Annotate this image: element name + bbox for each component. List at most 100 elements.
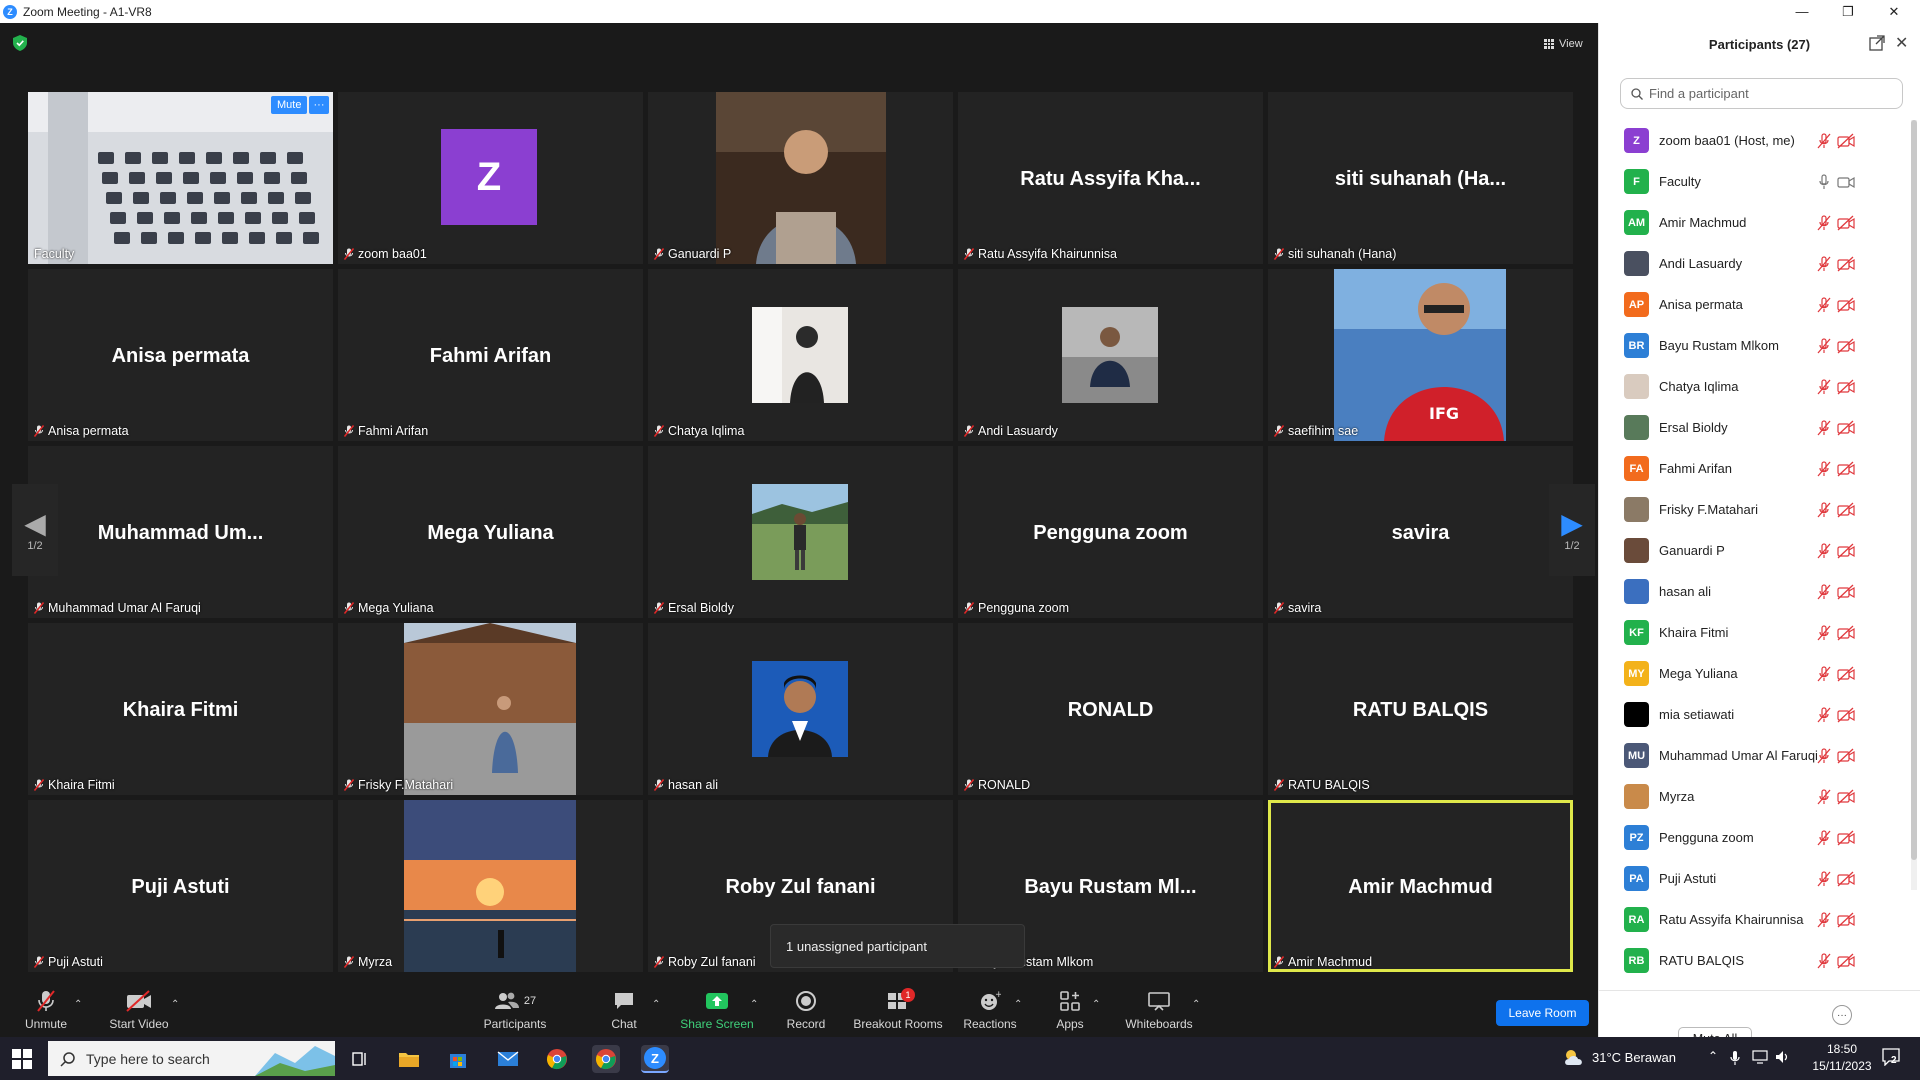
windows-start-icon[interactable] xyxy=(12,1049,32,1069)
camera-off-icon[interactable] xyxy=(1837,256,1855,272)
camera-off-icon[interactable] xyxy=(1837,543,1855,559)
video-tile[interactable]: Ratu Assyifa Kha... Ratu Assyifa Khairunn… xyxy=(958,92,1263,264)
chat-options-caret-icon[interactable]: ⌃ xyxy=(652,999,660,1010)
camera-off-icon[interactable] xyxy=(1837,707,1855,723)
participant-row[interactable]: PA Puji Astuti xyxy=(1599,858,1911,899)
scrollbar-thumb[interactable] xyxy=(1911,120,1917,860)
show-hidden-icons-caret[interactable]: ⌃ xyxy=(1708,1049,1718,1063)
next-page-button[interactable]: ▶ 1/2 xyxy=(1549,484,1595,576)
camera-off-icon[interactable] xyxy=(1837,420,1855,436)
video-tile[interactable]: Chatya Iqlima xyxy=(648,269,953,441)
participant-row[interactable]: RB RATU BALQIS xyxy=(1599,940,1911,981)
participant-row[interactable]: AP Anisa permata xyxy=(1599,284,1911,325)
zoom-taskbar-icon[interactable]: Z xyxy=(641,1045,669,1073)
video-tile[interactable]: Khaira Fitmi Khaira Fitmi xyxy=(28,623,333,795)
mail-icon[interactable] xyxy=(494,1045,522,1073)
participant-row[interactable]: AM Amir Machmud xyxy=(1599,202,1911,243)
camera-off-icon[interactable] xyxy=(1837,379,1855,395)
notification-center-button[interactable]: 2 xyxy=(1882,1048,1904,1068)
mic-muted-icon[interactable] xyxy=(1817,583,1831,600)
volume-icon[interactable] xyxy=(1775,1050,1791,1064)
prev-page-button[interactable]: ◀ 1/2 xyxy=(12,484,58,576)
mic-muted-icon[interactable] xyxy=(1817,214,1831,231)
mic-muted-icon[interactable] xyxy=(1817,501,1831,518)
participant-row[interactable]: Ersal Bioldy xyxy=(1599,407,1911,448)
participant-row[interactable]: hasan ali xyxy=(1599,571,1911,612)
mic-muted-icon[interactable] xyxy=(1817,870,1831,887)
video-tile[interactable]: Amir Machmud Amir Machmud xyxy=(1268,800,1573,972)
camera-off-icon[interactable] xyxy=(1837,953,1855,969)
whiteboards-button[interactable]: Whiteboards xyxy=(1122,985,1196,1037)
mic-muted-icon[interactable] xyxy=(1817,706,1831,723)
reactions-button[interactable]: + Reactions xyxy=(960,985,1020,1037)
video-tile[interactable]: Muhammad Um... Muhammad Umar Al Faruqi xyxy=(28,446,333,618)
participant-list-scrollbar[interactable] xyxy=(1911,120,1917,890)
microsoft-store-icon[interactable] xyxy=(444,1045,472,1073)
mic-muted-icon[interactable] xyxy=(1817,460,1831,477)
participant-row[interactable]: F Faculty xyxy=(1599,161,1911,202)
video-tile[interactable]: IFG saefihim sae xyxy=(1268,269,1573,441)
mic-muted-icon[interactable] xyxy=(1817,665,1831,682)
video-tile[interactable]: Frisky F.Matahari xyxy=(338,623,643,795)
mic-muted-icon[interactable] xyxy=(1817,337,1831,354)
video-tile[interactable]: RATU BALQIS RATU BALQIS xyxy=(1268,623,1573,795)
participant-row[interactable]: KF Khaira Fitmi xyxy=(1599,612,1911,653)
participant-row[interactable]: mia setiawati xyxy=(1599,694,1911,735)
camera-off-icon[interactable] xyxy=(1837,461,1855,477)
camera-off-icon[interactable] xyxy=(1837,215,1855,231)
encryption-shield-icon[interactable] xyxy=(13,35,27,51)
panel-more-button[interactable]: ··· xyxy=(1832,1005,1852,1025)
popout-icon[interactable] xyxy=(1869,35,1885,51)
participant-row[interactable]: PZ Pengguna zoom xyxy=(1599,817,1911,858)
mic-muted-icon[interactable] xyxy=(1817,296,1831,313)
find-participant-input[interactable]: Find a participant xyxy=(1620,78,1903,109)
view-button[interactable]: View xyxy=(1536,33,1591,55)
mic-muted-icon[interactable] xyxy=(1817,419,1831,436)
mic-muted-icon[interactable] xyxy=(1817,132,1831,149)
camera-off-icon[interactable] xyxy=(1837,871,1855,887)
video-tile[interactable]: siti suhanah (Ha... siti suhanah (Hana) xyxy=(1268,92,1573,264)
unmute-button[interactable]: Unmute xyxy=(20,985,72,1037)
camera-off-icon[interactable] xyxy=(1837,133,1855,149)
record-button[interactable]: Record xyxy=(786,985,826,1037)
video-tile[interactable]: Ersal Bioldy xyxy=(648,446,953,618)
camera-off-icon[interactable] xyxy=(1837,625,1855,641)
participant-row[interactable]: BR Bayu Rustam Mlkom xyxy=(1599,325,1911,366)
video-options-caret-icon[interactable]: ⌃ xyxy=(171,999,179,1010)
whiteboards-caret-icon[interactable]: ⌃ xyxy=(1192,999,1200,1010)
start-video-button[interactable]: Start Video xyxy=(104,985,174,1037)
mic-muted-icon[interactable] xyxy=(1817,911,1831,928)
participant-row[interactable]: Zzoom baa01 (Host, me) xyxy=(1599,120,1911,161)
task-view-icon[interactable] xyxy=(346,1045,374,1073)
participant-row[interactable]: Myrza xyxy=(1599,776,1911,817)
mic-muted-icon[interactable] xyxy=(1817,952,1831,969)
mic-muted-icon[interactable] xyxy=(1817,829,1831,846)
mic-muted-icon[interactable] xyxy=(1817,542,1831,559)
mic-muted-icon[interactable] xyxy=(1817,788,1831,805)
video-tile[interactable]: Puji Astuti Puji Astuti xyxy=(28,800,333,972)
chrome-icon[interactable] xyxy=(543,1045,571,1073)
weather-widget[interactable]: 31°C Berawan xyxy=(1562,1047,1676,1067)
camera-off-icon[interactable] xyxy=(1837,502,1855,518)
participant-row[interactable]: RA Ratu Assyifa Khairunnisa xyxy=(1599,899,1911,940)
video-tile[interactable]: Pengguna zoom Pengguna zoom xyxy=(958,446,1263,618)
mic-muted-icon[interactable] xyxy=(1817,255,1831,272)
camera-off-icon[interactable] xyxy=(1837,338,1855,354)
camera-off-icon[interactable] xyxy=(1837,584,1855,600)
close-window-button[interactable]: ✕ xyxy=(1872,0,1916,23)
apps-button[interactable]: Apps xyxy=(1050,985,1090,1037)
video-tile[interactable]: Mute ··· Faculty xyxy=(28,92,333,264)
video-tile[interactable]: savira savira xyxy=(1268,446,1573,618)
camera-off-icon[interactable] xyxy=(1837,297,1855,313)
mic-muted-icon[interactable] xyxy=(1817,378,1831,395)
participant-row[interactable]: Ganuardi P xyxy=(1599,530,1911,571)
close-panel-icon[interactable]: ✕ xyxy=(1895,33,1908,53)
network-icon[interactable] xyxy=(1752,1050,1768,1064)
tile-more-button[interactable]: ··· xyxy=(309,96,329,114)
video-tile[interactable]: Anisa permata Anisa permata xyxy=(28,269,333,441)
video-tile[interactable]: Andi Lasuardy xyxy=(958,269,1263,441)
video-tile[interactable]: hasan ali xyxy=(648,623,953,795)
video-tile[interactable]: Ganuardi P xyxy=(648,92,953,264)
maximize-button[interactable]: ❐ xyxy=(1826,0,1870,23)
camera-off-icon[interactable] xyxy=(1837,912,1855,928)
